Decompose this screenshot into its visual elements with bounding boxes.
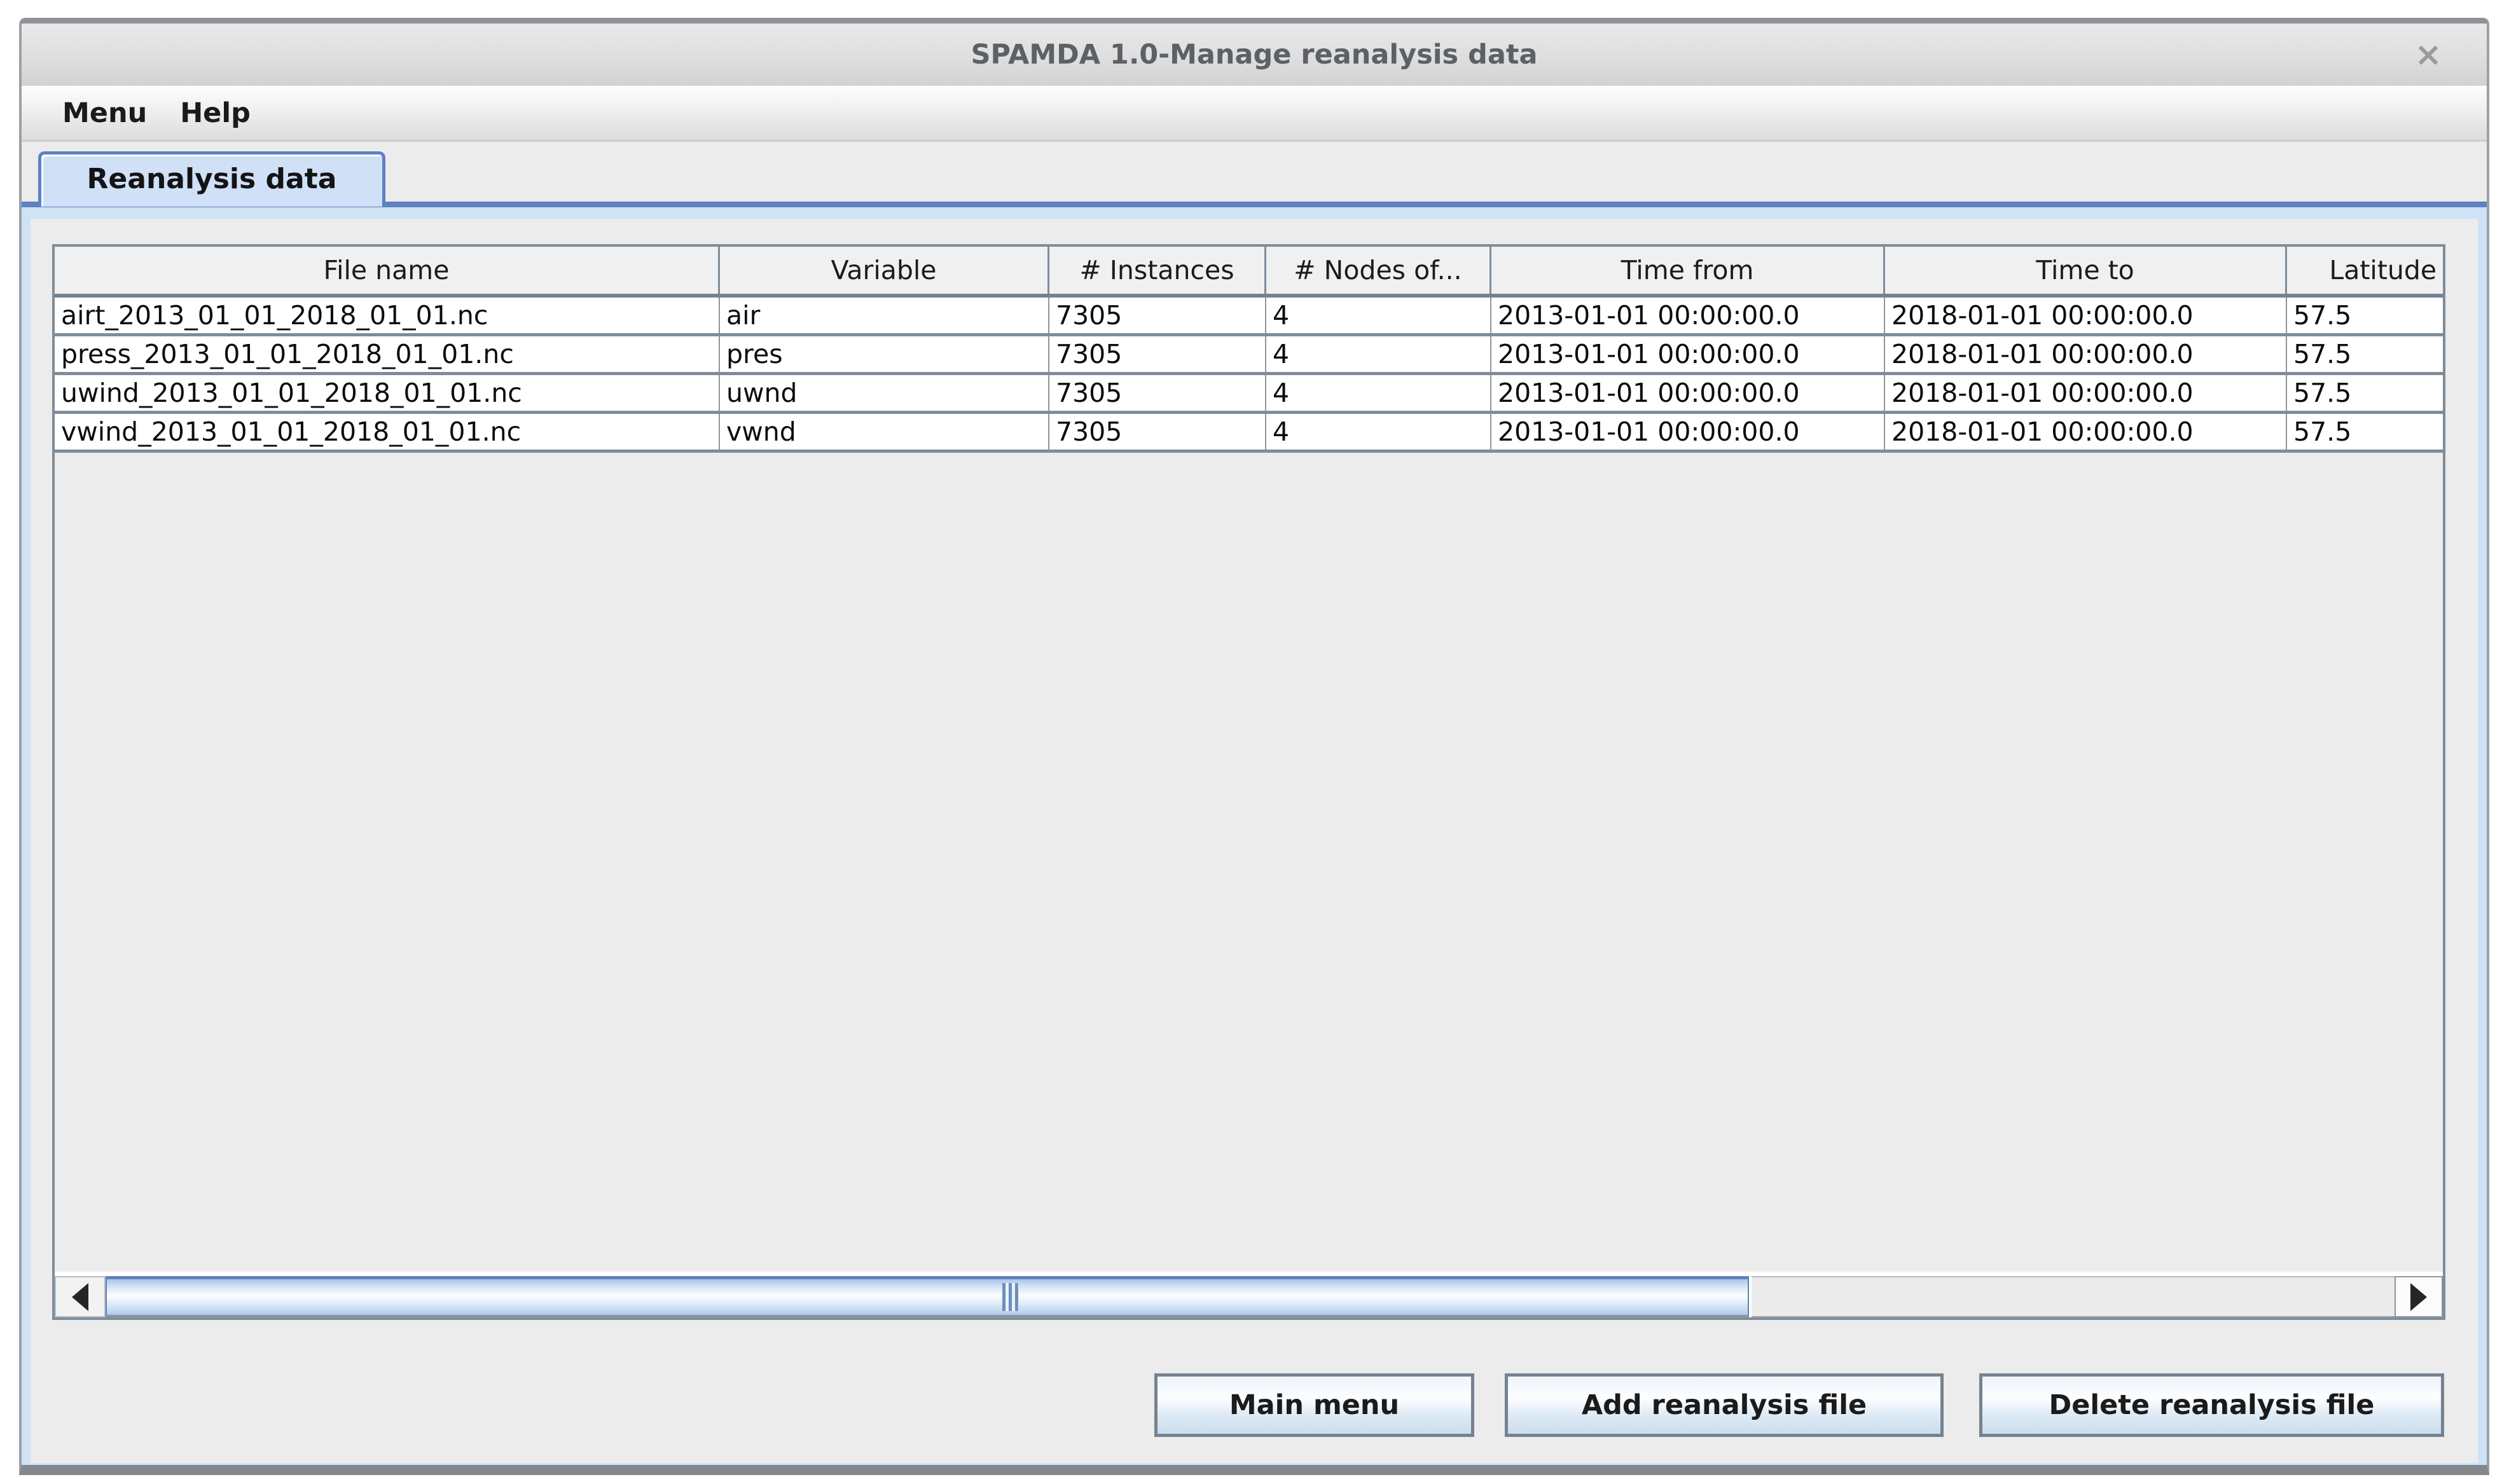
column-header-6[interactable]: Latitude f (2287, 247, 2443, 294)
cell-r0-c1[interactable]: air (720, 298, 1049, 333)
screenshot-root: SPAMDA 1.0-Manage reanalysis data × Menu… (0, 0, 2502, 1484)
cell-r0-c2[interactable]: 7305 (1049, 298, 1266, 333)
menu-item-menu[interactable]: Menu (46, 97, 163, 129)
cell-r1-c3[interactable]: 4 (1266, 336, 1491, 372)
cell-r1-c4[interactable]: 2013-01-01 00:00:00.0 (1491, 336, 1885, 372)
cell-r2-c2[interactable]: 7305 (1049, 375, 1266, 411)
column-header-3[interactable]: # Nodes of... (1266, 247, 1491, 294)
cell-r3-c6[interactable]: 57.5 (2287, 414, 2443, 450)
column-header-1[interactable]: Variable (720, 247, 1049, 294)
cell-r2-c3[interactable]: 4 (1266, 375, 1491, 411)
tabpane-top-rule (22, 202, 2487, 207)
table-header-row: File name Variable # Instances # Nodes of..… (55, 247, 2443, 298)
cell-r2-c0[interactable]: uwind_2013_01_01_2018_01_01.nc (55, 375, 720, 411)
table-row-2[interactable]: uwind_2013_01_01_2018_01_01.nc uwnd 7305 4 2… (55, 375, 2443, 414)
tab-strip: Reanalysis data (22, 144, 2487, 207)
app-window: SPAMDA 1.0-Manage reanalysis data × Menu… (19, 18, 2489, 1475)
cell-r3-c2[interactable]: 7305 (1049, 414, 1266, 450)
column-header-2[interactable]: # Instances (1049, 247, 1266, 294)
column-header-4[interactable]: Time from (1491, 247, 1885, 294)
cell-r2-c5[interactable]: 2018-01-01 00:00:00.0 (1885, 375, 2287, 411)
cell-r3-c4[interactable]: 2013-01-01 00:00:00.0 (1491, 414, 1885, 450)
cell-r0-c4[interactable]: 2013-01-01 00:00:00.0 (1491, 298, 1885, 333)
cell-r0-c6[interactable]: 57.5 (2287, 298, 2443, 333)
scrollbar-grip-icon (1002, 1283, 1019, 1311)
scrollbar-right-button[interactable] (2395, 1276, 2443, 1317)
horizontal-scrollbar[interactable] (55, 1272, 2443, 1317)
cell-r2-c1[interactable]: uwnd (720, 375, 1049, 411)
right-triangle-icon (2410, 1282, 2427, 1311)
cell-r3-c1[interactable]: vwnd (720, 414, 1049, 450)
window-title: SPAMDA 1.0-Manage reanalysis data (971, 39, 1538, 71)
tabpane-content-border: File name Variable # Instances # Nodes of..… (22, 207, 2487, 1465)
tab-reanalysis-data[interactable]: Reanalysis data (38, 151, 385, 207)
cell-r2-c4[interactable]: 2013-01-01 00:00:00.0 (1491, 375, 1885, 411)
cell-r0-c0[interactable]: airt_2013_01_01_2018_01_01.nc (55, 298, 720, 333)
cell-r0-c3[interactable]: 4 (1266, 298, 1491, 333)
table-row-1[interactable]: press_2013_01_01_2018_01_01.nc pres 7305 4 2… (55, 336, 2443, 375)
menu-item-help[interactable]: Help (163, 97, 267, 129)
cell-r3-c0[interactable]: vwind_2013_01_01_2018_01_01.nc (55, 414, 720, 450)
cell-r3-c3[interactable]: 4 (1266, 414, 1491, 450)
menu-bar: Menu Help (22, 86, 2487, 142)
cell-r1-c5[interactable]: 2018-01-01 00:00:00.0 (1885, 336, 2287, 372)
cell-r1-c6[interactable]: 57.5 (2287, 336, 2443, 372)
column-header-5[interactable]: Time to (1885, 247, 2287, 294)
table-row-3[interactable]: vwind_2013_01_01_2018_01_01.nc vwnd 7305 4 2… (55, 414, 2443, 453)
column-header-0[interactable]: File name (55, 247, 720, 294)
scrollbar-thumb[interactable] (106, 1276, 1749, 1317)
left-triangle-icon (72, 1282, 88, 1311)
title-bar: SPAMDA 1.0-Manage reanalysis data × (22, 24, 2487, 86)
cell-r0-c5[interactable]: 2018-01-01 00:00:00.0 (1885, 298, 2287, 333)
cell-r3-c5[interactable]: 2018-01-01 00:00:00.0 (1885, 414, 2287, 450)
close-icon[interactable]: × (2403, 24, 2454, 86)
table-row-0[interactable]: airt_2013_01_01_2018_01_01.nc air 7305 4 201… (55, 298, 2443, 336)
table-viewport: File name Variable # Instances # Nodes of..… (55, 247, 2443, 1272)
reanalysis-panel: File name Variable # Instances # Nodes of..… (31, 219, 2478, 1463)
scrollbar-left-button[interactable] (55, 1276, 106, 1317)
cell-r2-c6[interactable]: 57.5 (2287, 375, 2443, 411)
delete-reanalysis-file-button[interactable]: Delete reanalysis file (1979, 1373, 2444, 1437)
reanalysis-table: File name Variable # Instances # Nodes of..… (55, 247, 2443, 453)
cell-r1-c1[interactable]: pres (720, 336, 1049, 372)
main-menu-button[interactable]: Main menu (1154, 1373, 1474, 1437)
scrollbar-track[interactable] (1752, 1276, 2395, 1317)
cell-r1-c0[interactable]: press_2013_01_01_2018_01_01.nc (55, 336, 720, 372)
table-scrollpane: File name Variable # Instances # Nodes of..… (52, 244, 2445, 1320)
add-reanalysis-file-button[interactable]: Add reanalysis file (1505, 1373, 1944, 1437)
scrollbar-track-area (55, 1276, 2443, 1317)
cell-r1-c2[interactable]: 7305 (1049, 336, 1266, 372)
